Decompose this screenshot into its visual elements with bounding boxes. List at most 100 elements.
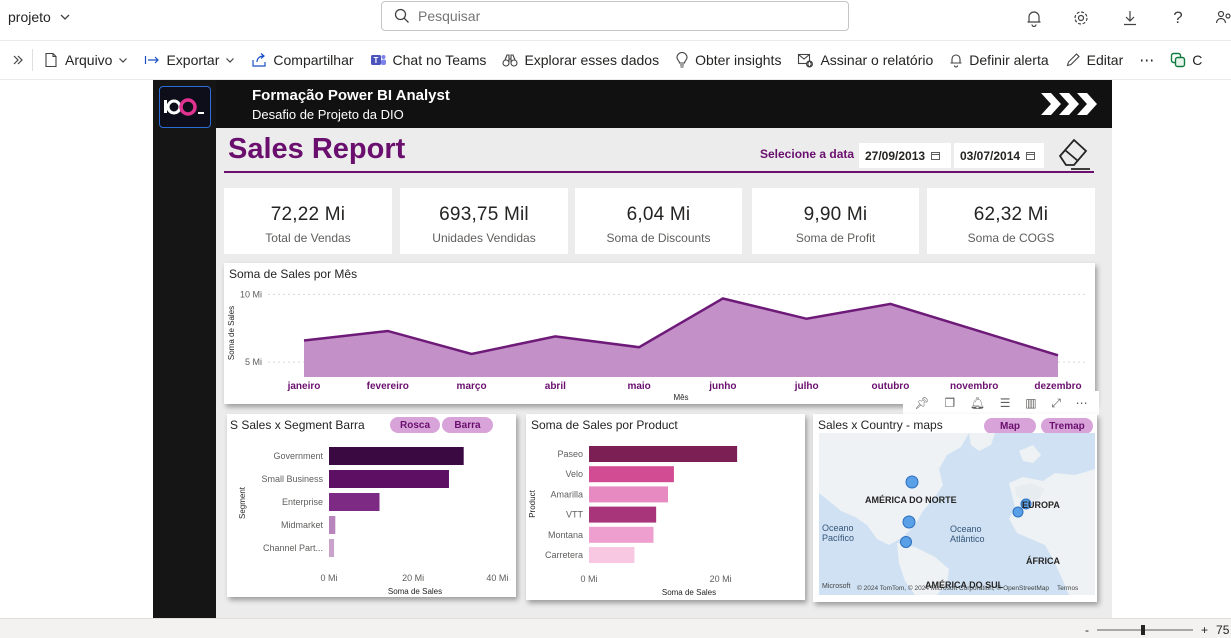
file-menu-label: Arquivo xyxy=(65,52,113,68)
kpi-value: 62,32 Mi xyxy=(973,204,1049,225)
get-insights-button[interactable]: Obter insights xyxy=(667,41,789,79)
sales-by-product-visual[interactable]: Soma de Sales por Product Paseo Velo Amari… xyxy=(526,414,805,600)
sales-by-month-chart: 5 Mi 10 Mi janeiro fevereiro março abril maio j… xyxy=(227,289,1086,402)
share-label: Compartilhar xyxy=(273,52,354,68)
chevron-down-icon xyxy=(60,14,70,20)
map-bubble xyxy=(900,536,912,548)
map-label-europe: EUROPA xyxy=(1022,500,1060,510)
bar xyxy=(329,516,336,534)
title-underline xyxy=(224,171,1094,173)
zoom-in-button[interactable]: + xyxy=(1201,623,1208,637)
svg-text:T: T xyxy=(373,56,378,65)
bar xyxy=(589,526,654,543)
kpi-card-profit: 9,90 Mi Soma de Profit xyxy=(752,188,919,254)
download-icon[interactable] xyxy=(1118,6,1142,30)
subscribe-report-button[interactable]: Assinar o relatório xyxy=(789,41,941,79)
y-axis-title: Product xyxy=(528,489,537,517)
zoom-control: - + 75 xyxy=(1085,623,1229,637)
y-axis-title: Soma de Sales xyxy=(227,306,236,360)
bell-icon[interactable] xyxy=(1022,6,1046,30)
toggle-map-button[interactable]: Map xyxy=(984,418,1036,434)
category-label: Velo xyxy=(565,469,583,479)
copy-icon[interactable]: ❐ xyxy=(944,396,955,410)
bar xyxy=(589,446,738,462)
x-tick-label: abril xyxy=(545,381,566,392)
pin-icon[interactable]: 📌︎ xyxy=(914,396,929,410)
map-bubble xyxy=(902,515,916,529)
category-label: VTT xyxy=(566,510,584,520)
kpi-card-units-sold: 693,75 Mil Unidades Vendidas xyxy=(400,188,568,254)
help-icon[interactable]: ? xyxy=(1166,6,1190,30)
report-title: Sales Report xyxy=(228,133,406,165)
x-tick-label: 20 Mi xyxy=(710,574,732,584)
kpi-label: Total de Vendas xyxy=(265,231,351,245)
map-label-pacific: Oceano Pacífico xyxy=(822,523,855,543)
pencil-icon xyxy=(1066,53,1080,67)
filter-icon[interactable]: ☰ xyxy=(1000,396,1011,410)
zoom-slider[interactable] xyxy=(1097,625,1193,635)
x-tick-label: maio xyxy=(627,381,650,392)
visual-title: Sales x Country - maps xyxy=(818,418,943,432)
get-insights-label: Obter insights xyxy=(695,52,782,68)
map-label-atlantic: Oceano Atlântico xyxy=(950,524,985,544)
report-header-subtitle: Desafio de Projeto da DIO xyxy=(252,107,404,122)
search-box[interactable] xyxy=(381,1,849,31)
teams-chat-button[interactable]: T Chat no Teams xyxy=(362,41,495,79)
category-label: Small Business xyxy=(261,474,323,484)
map-terms-link[interactable]: Termos xyxy=(1057,585,1078,592)
export-icon xyxy=(145,56,160,64)
bar xyxy=(329,447,464,465)
teams-chat-label: Chat no Teams xyxy=(392,52,487,68)
bell-icon[interactable]: 🔔︎ xyxy=(970,396,985,410)
explore-data-button[interactable]: Explorar esses dados xyxy=(494,41,667,79)
gear-icon[interactable] xyxy=(1069,6,1093,30)
chevron-down-icon xyxy=(119,58,128,63)
kpi-value: 72,22 Mi xyxy=(270,204,346,225)
x-tick-label: 40 Mi xyxy=(486,573,508,583)
expand-nav-button[interactable] xyxy=(0,41,30,79)
kpi-card-total-sales: 72,22 Mi Total de Vendas xyxy=(224,188,392,254)
copilot-button[interactable]: C xyxy=(1162,41,1210,79)
kpi-label: Soma de COGS xyxy=(967,231,1055,245)
bar xyxy=(329,539,335,557)
export-button[interactable]: Exportar xyxy=(136,41,243,79)
report-header-title: Formação Power BI Analyst xyxy=(252,87,450,104)
share-button[interactable]: Compartilhar xyxy=(243,41,361,79)
bar xyxy=(589,547,635,563)
chevron-down-icon xyxy=(226,58,235,63)
binoculars-icon xyxy=(502,54,518,67)
more-icon: ⋯ xyxy=(1139,52,1155,69)
edit-button[interactable]: Editar xyxy=(1057,41,1132,79)
bar xyxy=(589,466,674,483)
date-end-picker[interactable]: 03/07/2014 xyxy=(954,143,1044,168)
x-tick-label: janeiro xyxy=(287,381,321,392)
more-icon[interactable]: ⋯ xyxy=(1076,396,1088,410)
map-canvas[interactable]: AMÉRICA DO NORTE EUROPA Oceano Pacífico … xyxy=(819,433,1095,595)
share-icon xyxy=(252,53,266,67)
subscribe-icon xyxy=(798,53,814,68)
file-menu-button[interactable]: Arquivo xyxy=(35,41,136,79)
sales-by-month-visual[interactable]: Soma de Sales por Mês 5 Mi 10 Mi janeiro fe… xyxy=(224,263,1095,404)
expand-icon[interactable]: ⤢ xyxy=(1051,396,1061,411)
toggle-treemap-button[interactable]: Tremap xyxy=(1041,418,1093,434)
share-icon[interactable] xyxy=(1212,6,1231,30)
visual-header-toolbar: 📌︎ ❐ 🔔︎ ☰ ▥ ⤢ ⋯ xyxy=(903,391,1099,415)
set-alert-button[interactable]: Definir alerta xyxy=(941,41,1056,79)
command-bar: Arquivo Exportar Compartilhar T Chat no … xyxy=(0,40,1231,80)
category-label: Paseo xyxy=(557,449,583,459)
x-tick-label: julho xyxy=(794,381,819,392)
category-label: Midmarket xyxy=(281,520,324,530)
sales-by-product-chart: Paseo Velo Amarilla VTT Montana Carretera 0 Mi… xyxy=(528,446,738,597)
date-start-picker[interactable]: 27/09/2013 xyxy=(859,143,951,168)
more-options-button[interactable]: ⋯ xyxy=(1131,41,1162,79)
search-input[interactable] xyxy=(418,8,818,24)
zoom-out-button[interactable]: - xyxy=(1085,623,1089,637)
kpi-value: 9,90 Mi xyxy=(803,204,868,225)
clear-filters-eraser-icon[interactable] xyxy=(1056,136,1092,170)
chart-icon[interactable]: ▥ xyxy=(1025,396,1036,410)
sales-by-segment-visual[interactable]: S Sales x Segment Barra Rosca Barra Gove… xyxy=(227,414,516,597)
calendar-icon xyxy=(931,152,941,160)
workspace-name: projeto xyxy=(8,9,51,25)
bell-icon xyxy=(950,54,962,68)
workspace-selector[interactable]: projeto xyxy=(8,9,71,25)
